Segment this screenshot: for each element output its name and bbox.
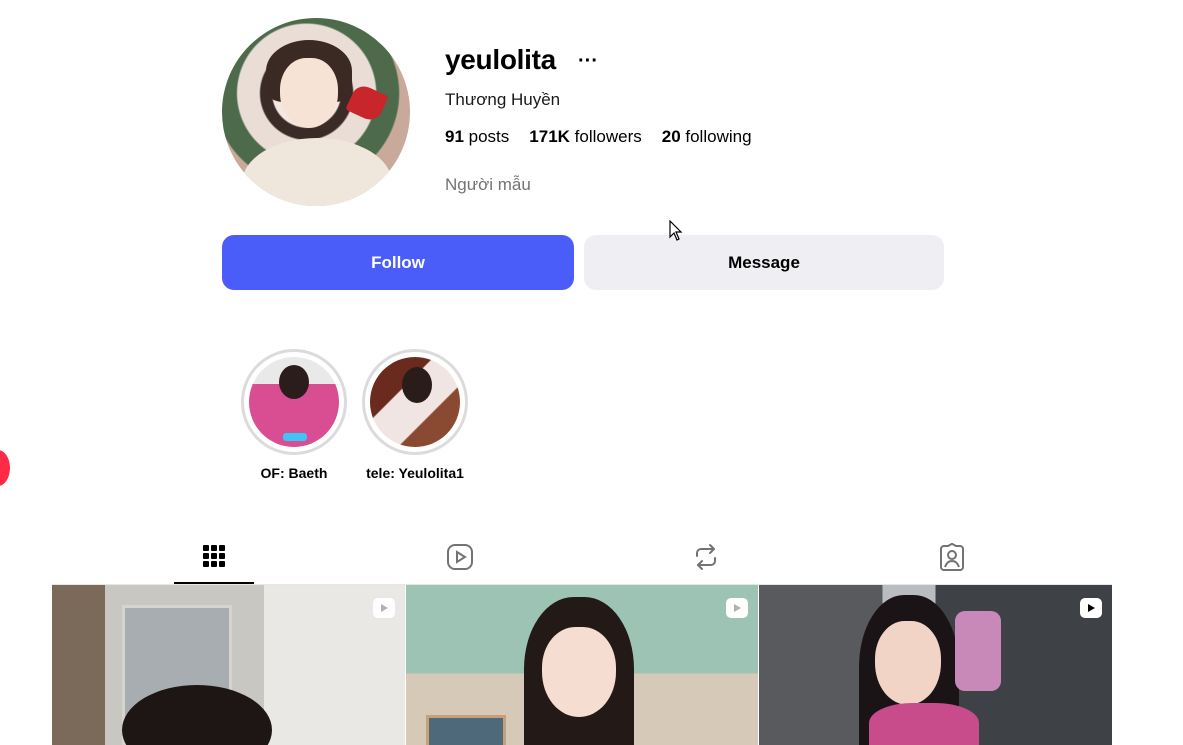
reel-badge-icon bbox=[372, 598, 395, 618]
highlight-item[interactable]: OF: Baeth bbox=[241, 349, 347, 481]
repost-icon bbox=[693, 543, 719, 571]
following-label: following bbox=[680, 127, 752, 146]
more-options-icon[interactable]: ··· bbox=[578, 50, 598, 73]
avatar-face-shape bbox=[280, 58, 338, 128]
highlight-ring bbox=[241, 349, 347, 455]
posts-stat: 91 posts bbox=[445, 127, 509, 147]
post-thumbnail-shape bbox=[425, 715, 506, 745]
follow-button[interactable]: Follow bbox=[222, 235, 574, 290]
message-button[interactable]: Message bbox=[584, 235, 944, 290]
post-thumbnail-shape bbox=[955, 611, 1002, 691]
grid-icon bbox=[202, 544, 226, 568]
avatar-body-shape bbox=[242, 138, 392, 206]
post-thumbnail-shape bbox=[875, 621, 942, 705]
following-stat[interactable]: 20 following bbox=[662, 127, 752, 147]
posts-grid bbox=[52, 584, 1112, 745]
tab-reposts[interactable] bbox=[666, 530, 746, 584]
profile-category: Người mẫu bbox=[445, 175, 531, 194]
notification-dot[interactable] bbox=[0, 450, 10, 486]
post-thumbnail-shape bbox=[541, 627, 616, 717]
reels-icon bbox=[446, 543, 474, 571]
following-count: 20 bbox=[661, 127, 681, 146]
post-tile[interactable] bbox=[405, 585, 759, 745]
tab-tagged[interactable] bbox=[912, 530, 992, 584]
profile-tabs bbox=[52, 530, 1112, 584]
post-tile[interactable] bbox=[52, 585, 405, 745]
followers-stat[interactable]: 171K followers bbox=[529, 127, 641, 147]
posts-count: 91 bbox=[445, 127, 464, 146]
highlight-label: tele: Yeulolita1 bbox=[366, 465, 464, 481]
reel-badge-icon bbox=[726, 598, 749, 618]
posts-label: posts bbox=[463, 127, 510, 146]
profile-username: yeulolita bbox=[445, 44, 556, 75]
post-thumbnail-shape bbox=[869, 703, 980, 745]
followers-count: 171K bbox=[529, 127, 570, 146]
highlight-cover-sticker bbox=[283, 433, 307, 441]
profile-avatar[interactable] bbox=[222, 18, 410, 206]
profile-full-name: Thương Huyền bbox=[445, 90, 561, 109]
highlight-cover bbox=[370, 357, 460, 447]
reel-badge-icon bbox=[1080, 598, 1103, 618]
highlight-cover bbox=[249, 357, 339, 447]
tagged-icon bbox=[938, 543, 966, 571]
followers-label: followers bbox=[569, 127, 642, 146]
tab-reels[interactable] bbox=[420, 530, 500, 584]
tab-posts[interactable] bbox=[174, 530, 254, 584]
post-tile[interactable] bbox=[759, 585, 1112, 745]
highlight-cover-shape bbox=[279, 365, 309, 399]
highlight-item[interactable]: tele: Yeulolita1 bbox=[362, 349, 468, 481]
profile-stats: 91 posts 171K followers 20 following bbox=[445, 127, 752, 147]
highlight-cover-shape bbox=[402, 367, 432, 403]
highlight-ring bbox=[362, 349, 468, 455]
